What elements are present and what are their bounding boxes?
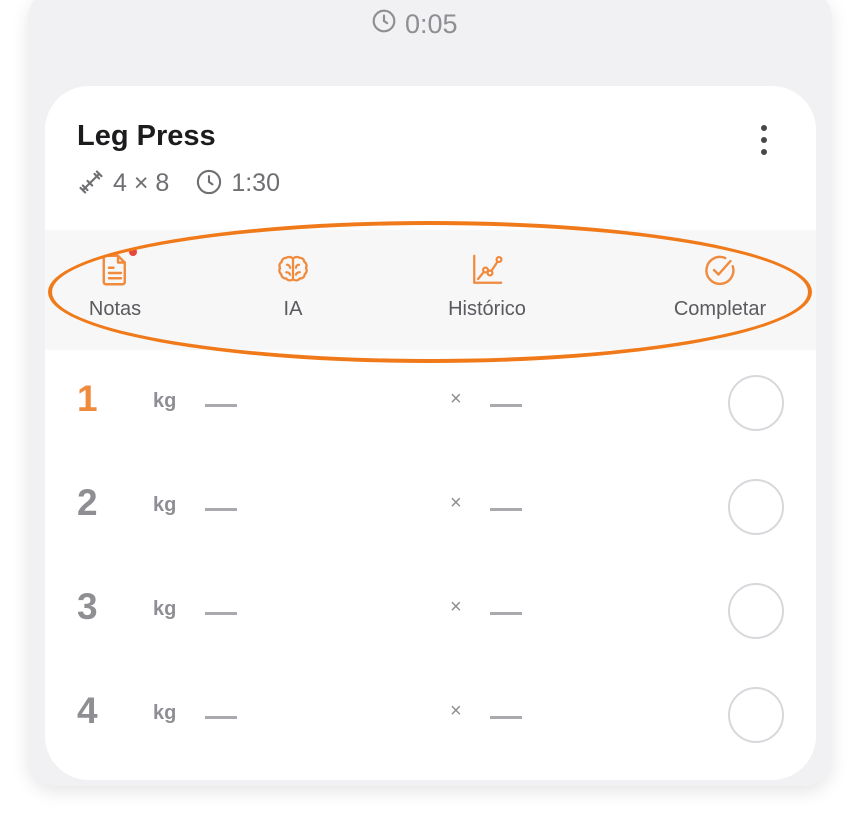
complete-button[interactable]: Completar	[660, 252, 780, 332]
sets-reps: 4 × 8	[113, 168, 170, 197]
elapsed-timer-value: 0:05	[405, 8, 458, 39]
check-circle-icon	[702, 252, 738, 288]
reps-input[interactable]	[490, 404, 522, 407]
set-number: 3	[77, 586, 98, 627]
weight-input[interactable]	[205, 404, 237, 407]
set-complete-checkbox[interactable]	[728, 375, 784, 431]
rest-clock-icon	[195, 168, 225, 198]
notes-icon	[97, 248, 137, 288]
ai-button[interactable]: IA	[263, 252, 323, 332]
history-label: Histórico	[448, 298, 526, 320]
times-symbol: ×	[450, 596, 462, 618]
times-symbol: ×	[450, 700, 462, 722]
clock-icon	[371, 8, 397, 41]
weight-unit: kg	[153, 494, 177, 516]
weight-unit: kg	[153, 390, 177, 412]
dumbbell-icon	[77, 168, 107, 198]
set-row: 2 kg ×	[45, 456, 816, 560]
chart-line-icon	[469, 252, 505, 288]
reps-input[interactable]	[490, 508, 522, 511]
reps-input[interactable]	[490, 716, 522, 719]
times-symbol: ×	[450, 388, 462, 410]
set-complete-checkbox[interactable]	[728, 479, 784, 535]
notes-label: Notas	[88, 298, 142, 320]
set-row: 3 kg ×	[45, 560, 816, 664]
notes-button[interactable]: Notas	[85, 248, 145, 332]
exercise-title: Leg Press	[77, 120, 216, 152]
set-number: 2	[77, 482, 98, 523]
ai-label: IA	[283, 298, 303, 320]
set-row: 1 kg ×	[45, 352, 816, 456]
weight-input[interactable]	[205, 716, 237, 719]
more-vertical-icon	[761, 125, 767, 131]
history-button[interactable]: Histórico	[437, 252, 537, 332]
rest-time: 1:30	[231, 168, 280, 197]
complete-label: Completar	[673, 298, 767, 320]
weight-input[interactable]	[205, 508, 237, 511]
weight-unit: kg	[153, 702, 177, 724]
set-number: 1	[77, 378, 98, 419]
notes-badge	[129, 248, 137, 256]
set-complete-checkbox[interactable]	[728, 687, 784, 743]
weight-input[interactable]	[205, 612, 237, 615]
exercise-card: Leg Press 4 × 8 1:30 Notas IA Histórico …	[45, 86, 816, 780]
reps-input[interactable]	[490, 612, 522, 615]
action-bar: Notas IA Histórico Completar	[45, 230, 816, 350]
set-number: 4	[77, 690, 98, 731]
set-row: 4 kg ×	[45, 664, 816, 768]
weight-unit: kg	[153, 598, 177, 620]
more-options-button[interactable]	[749, 120, 779, 160]
times-symbol: ×	[450, 492, 462, 514]
elapsed-timer: 0:05	[371, 8, 458, 40]
exercise-meta: 4 × 8 1:30	[77, 166, 280, 200]
brain-icon	[275, 252, 311, 288]
set-complete-checkbox[interactable]	[728, 583, 784, 639]
